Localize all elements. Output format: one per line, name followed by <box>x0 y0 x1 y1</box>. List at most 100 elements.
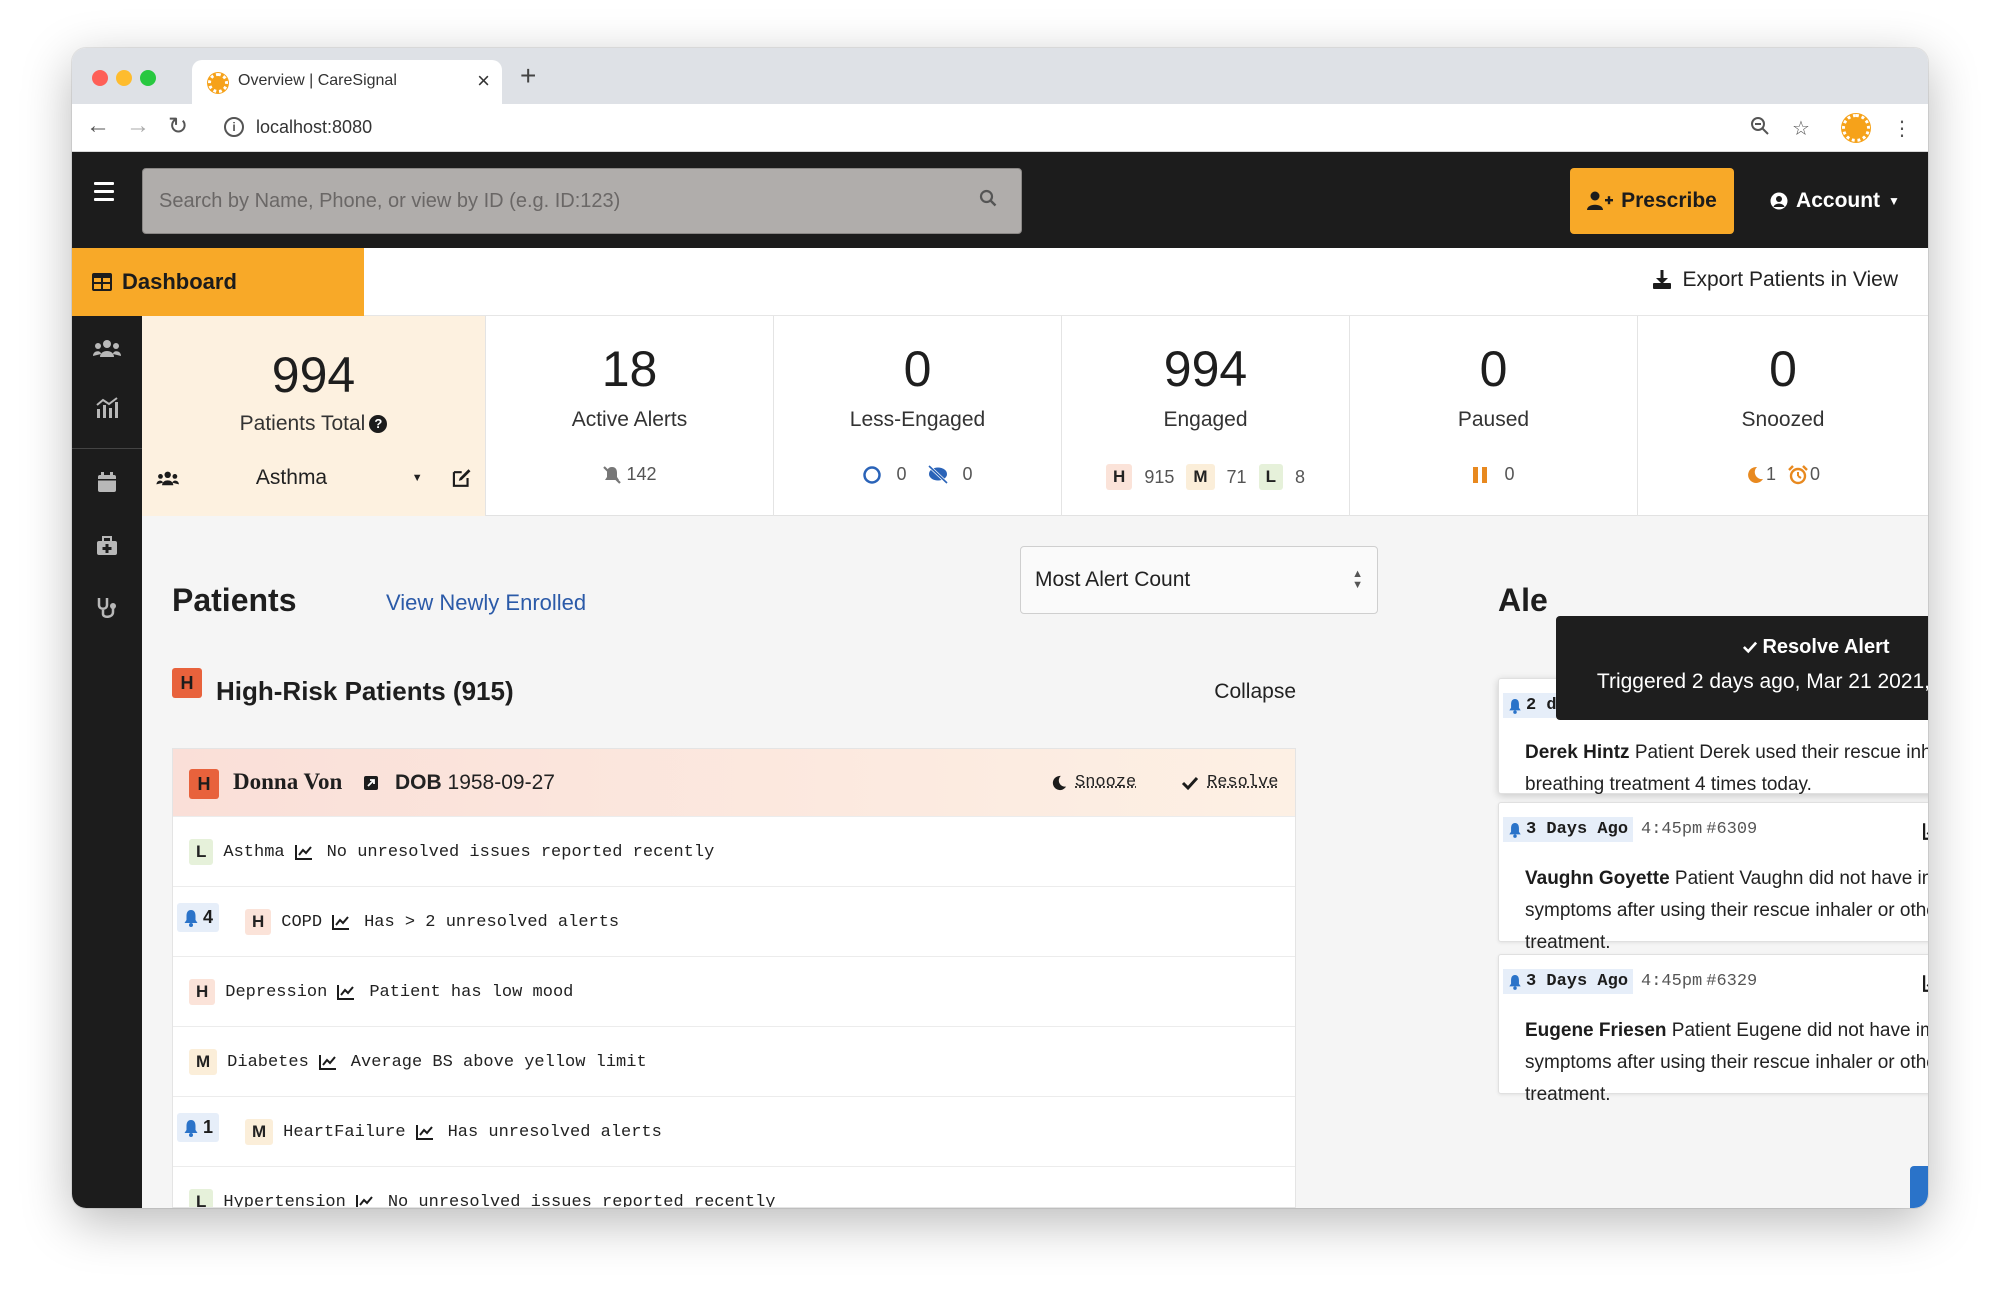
stat-paused[interactable]: 0 Paused 0 <box>1350 316 1638 516</box>
sort-selected-value: Most Alert Count <box>1035 568 1191 591</box>
snoozed-label: Snoozed <box>1741 408 1825 431</box>
alert-chart-button[interactable] <box>1917 815 1928 847</box>
edit-icon[interactable] <box>451 467 472 489</box>
stat-patients-total: 994 Patients Total? Asthma ▼ <box>142 316 486 516</box>
patient-card-header: H Donna Von DOB 1958-09-27 Snooze Resolv… <box>173 749 1295 817</box>
alert-patient-name[interactable]: Derek Hintz <box>1525 742 1630 763</box>
sidebar-item-analytics[interactable] <box>72 378 142 438</box>
export-patients-button[interactable]: Export Patients in View <box>1652 268 1898 292</box>
close-window-button[interactable] <box>92 70 108 86</box>
circle-notch-icon <box>863 465 882 484</box>
new-tab-icon[interactable]: + <box>520 60 536 92</box>
condition-row[interactable]: L Asthma No unresolved issues reported rec… <box>173 817 1295 887</box>
users-icon <box>93 340 121 357</box>
profile-avatar[interactable] <box>1842 114 1870 142</box>
stat-active-alerts[interactable]: 18 Active Alerts 142 <box>486 316 774 516</box>
external-link-icon[interactable] <box>363 775 379 791</box>
trend-chart-icon <box>1923 823 1928 840</box>
trend-chart-icon[interactable] <box>415 1124 434 1140</box>
tab-close-icon[interactable]: × <box>477 68 490 94</box>
zoom-icon[interactable] <box>1750 116 1770 142</box>
paused-label: Paused <box>1457 408 1530 431</box>
alert-card[interactable]: 3 Days Ago 4:45pm #6329 Eugene Friesen Pati… <box>1498 954 1928 1105</box>
alert-chart-button[interactable] <box>1917 967 1928 999</box>
patients-total-text: Patients Total <box>239 412 366 435</box>
alert-card[interactable]: 3 Days Ago 4:45pm #6309 Vaughn Goyette Pati… <box>1498 802 1928 953</box>
medical-kit-icon <box>97 536 117 555</box>
condition-name: Diabetes <box>227 1052 309 1072</box>
condition-note: Patient has low mood <box>369 982 574 1002</box>
condition-row[interactable]: 4 H COPD Has > 2 unresolved alerts <box>173 887 1295 957</box>
alert-time: 4:45pm <box>1641 820 1703 839</box>
users-icon <box>156 471 179 486</box>
stat-less-engaged[interactable]: 0 Less-Engaged 0 0 <box>774 316 1062 516</box>
trend-chart-icon[interactable] <box>355 1194 374 1208</box>
condition-row[interactable]: L Hypertension No unresolved issues report… <box>173 1167 1295 1208</box>
search-icon[interactable] <box>979 189 997 207</box>
sidebar-item-care-kit[interactable] <box>72 516 142 576</box>
calendar-icon <box>98 472 116 492</box>
patients-total-value: 994 <box>271 347 356 403</box>
alert-patient-name[interactable]: Eugene Friesen <box>1525 1020 1667 1041</box>
browser-tab[interactable]: Overview | CareSignal × <box>192 60 502 104</box>
moon-icon <box>1052 775 1067 790</box>
browser-menu-icon[interactable]: ⋮ <box>1892 116 1912 141</box>
tooltip-title-text: Resolve Alert <box>1762 636 1890 658</box>
snooze-button[interactable]: Snooze <box>1051 773 1136 792</box>
risk-badge: L <box>189 1189 214 1207</box>
caresignal-favicon-icon <box>208 73 228 93</box>
patient-card: H Donna Von DOB 1958-09-27 Snooze Resolv… <box>172 748 1296 1208</box>
alert-patient-name[interactable]: Vaughn Goyette <box>1525 868 1670 889</box>
help-chat-button[interactable] <box>1910 1166 1928 1208</box>
collapse-button[interactable]: Collapse <box>1214 680 1296 704</box>
bell-icon <box>1509 698 1521 714</box>
select-arrows-icon: ▲ ▼ <box>1352 568 1363 591</box>
minimize-window-button[interactable] <box>116 70 132 86</box>
forward-icon[interactable]: → <box>126 112 150 140</box>
account-menu[interactable]: Account ▼ <box>1762 168 1908 234</box>
alert-count-badge[interactable]: 1 <box>177 1113 220 1142</box>
patient-name[interactable]: Donna Von <box>233 769 342 795</box>
snoozed-sub: 1 0 <box>1638 464 1928 485</box>
condition-name: Asthma <box>223 842 285 862</box>
condition-note: Has > 2 unresolved alerts <box>364 912 620 932</box>
search-input[interactable] <box>143 169 963 233</box>
trend-chart-icon[interactable] <box>294 844 313 860</box>
condition-row[interactable]: M Diabetes Average BS above yellow limit <box>173 1027 1295 1097</box>
active-alerts-label: Active Alerts <box>571 408 688 431</box>
zoom-window-button[interactable] <box>140 70 156 86</box>
trend-chart-icon[interactable] <box>337 984 355 1000</box>
sidebar-item-patients[interactable] <box>72 318 142 378</box>
prescribe-button[interactable]: Prescribe <box>1570 168 1734 234</box>
stats-row: 994 Patients Total? Asthma ▼ 18 Active A… <box>142 316 1928 516</box>
condition-row[interactable]: 1 M HeartFailure Has unresolved alerts <box>173 1097 1295 1167</box>
resolve-button[interactable]: Resolve <box>1181 773 1278 792</box>
bookmark-star-icon[interactable]: ☆ <box>1792 116 1810 141</box>
trend-chart-icon[interactable] <box>318 1054 337 1070</box>
cohort-selector[interactable]: Asthma ▼ <box>156 466 472 490</box>
engaged-high-count: 915 <box>1144 466 1175 487</box>
resolve-label: Resolve <box>1207 773 1279 792</box>
muted-alerts-count: 142 <box>626 464 657 484</box>
engaged-breakdown: H 915 M 71 L 8 <box>1062 464 1349 490</box>
alert-count-badge[interactable]: 4 <box>177 903 220 932</box>
dashboard-tab[interactable]: Dashboard <box>72 248 364 316</box>
account-label: Account <box>1796 189 1881 212</box>
view-newly-enrolled-link[interactable]: View Newly Enrolled <box>386 590 586 616</box>
sort-select[interactable]: Most Alert Count ▲ ▼ <box>1020 546 1378 614</box>
help-icon[interactable]: ? <box>369 415 388 433</box>
sidebar-item-calendar[interactable] <box>72 452 142 512</box>
back-icon[interactable]: ← <box>86 112 110 140</box>
stat-snoozed[interactable]: 0 Snoozed 1 0 <box>1638 316 1928 516</box>
sidebar <box>72 248 142 1208</box>
sidebar-item-telehealth[interactable] <box>72 578 142 638</box>
tooltip-text: Triggered 2 days ago, Mar 21 2021, at 4:… <box>1596 670 1928 693</box>
condition-row[interactable]: H Depression Patient has low mood <box>173 957 1295 1027</box>
site-info-icon[interactable]: i <box>224 117 244 137</box>
hamburger-menu-icon[interactable] <box>94 182 114 206</box>
trend-chart-icon[interactable] <box>332 914 350 930</box>
url-field[interactable]: localhost:8080 <box>256 117 372 138</box>
patients-heading: Patients <box>172 582 297 618</box>
reload-icon[interactable]: ↻ <box>168 112 188 141</box>
stat-engaged[interactable]: 994 Engaged H 915 M 71 L 8 <box>1062 316 1350 516</box>
